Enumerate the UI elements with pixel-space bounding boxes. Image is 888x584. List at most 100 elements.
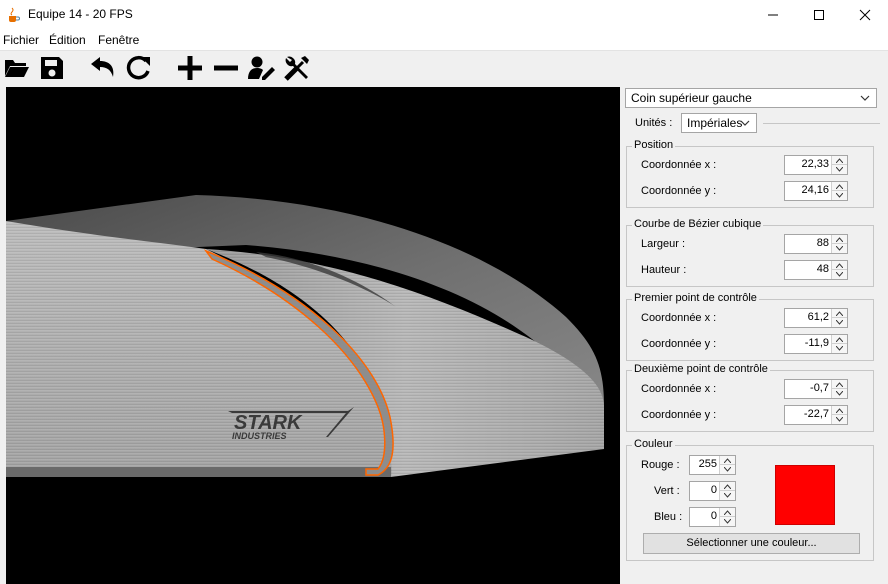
green-spinner[interactable]: 0 bbox=[689, 481, 736, 501]
minimize-button[interactable] bbox=[750, 0, 796, 30]
properties-panel: Coin supérieur gauche Unités : Impériale… bbox=[620, 86, 888, 584]
open-folder-icon bbox=[5, 60, 29, 77]
second-control-group: Deuxième point de contrôle Coordonnée x … bbox=[626, 363, 874, 432]
red-label: Rouge : bbox=[641, 459, 680, 471]
first-control-y-label: Coordonnée y : bbox=[641, 338, 717, 350]
first-control-y-value: -11,9 bbox=[804, 337, 829, 349]
add-button[interactable] bbox=[175, 53, 205, 83]
spinner-down-icon[interactable] bbox=[832, 344, 847, 353]
edit-user-icon bbox=[248, 56, 275, 80]
first-control-x-spinner[interactable]: 61,2 bbox=[784, 308, 848, 328]
save-button[interactable] bbox=[37, 53, 67, 83]
spinner-down-icon[interactable] bbox=[720, 465, 735, 474]
units-select-value: Impériales bbox=[687, 116, 743, 130]
first-control-x-label: Coordonnée x : bbox=[641, 312, 717, 324]
spinner-up-icon[interactable] bbox=[832, 182, 847, 191]
close-button[interactable] bbox=[842, 0, 888, 30]
spinner-down-icon[interactable] bbox=[832, 244, 847, 253]
remove-icon bbox=[214, 65, 238, 71]
second-control-y-label: Coordonnée y : bbox=[641, 409, 717, 421]
blue-value: 0 bbox=[710, 510, 717, 522]
maximize-icon bbox=[814, 10, 824, 20]
spinner-up-icon[interactable] bbox=[720, 508, 735, 517]
maximize-button[interactable] bbox=[796, 0, 842, 30]
bezier-height-spinner[interactable]: 48 bbox=[784, 260, 848, 280]
color-group: Couleur Rouge : 255 Vert : 0 Bleu : 0 Sé… bbox=[626, 438, 874, 561]
position-x-value: 22,33 bbox=[801, 158, 829, 170]
spinner-down-icon[interactable] bbox=[832, 389, 847, 398]
second-control-x-spinner[interactable]: -0,7 bbox=[784, 379, 848, 399]
blue-spinner[interactable]: 0 bbox=[689, 507, 736, 527]
second-control-y-spinner[interactable]: -22,7 bbox=[784, 405, 848, 425]
bezier-height-value: 48 bbox=[816, 263, 829, 275]
units-select[interactable]: Impériales bbox=[681, 113, 757, 133]
red-value: 255 bbox=[698, 458, 717, 470]
first-control-x-value: 61,2 bbox=[807, 311, 829, 323]
position-x-spinner[interactable]: 22,33 bbox=[784, 155, 848, 175]
bezier-group: Courbe de Bézier cubique Largeur : 88 Ha… bbox=[626, 218, 874, 287]
color-swatch bbox=[775, 465, 835, 525]
tools-button[interactable] bbox=[282, 53, 312, 83]
minimize-icon bbox=[768, 14, 778, 16]
green-label: Vert : bbox=[654, 485, 680, 497]
window-title: Equipe 14 - 20 FPS bbox=[28, 7, 133, 21]
add-icon bbox=[178, 56, 202, 80]
java-cup-icon bbox=[9, 7, 20, 22]
undo-button[interactable] bbox=[88, 53, 118, 83]
spinner-down-icon[interactable] bbox=[832, 191, 847, 200]
units-separator bbox=[763, 123, 880, 124]
position-group-title: Position bbox=[632, 139, 676, 151]
green-value: 0 bbox=[710, 484, 717, 496]
position-y-value: 24,16 bbox=[801, 184, 829, 196]
spinner-up-icon[interactable] bbox=[720, 456, 735, 465]
save-icon bbox=[41, 57, 63, 79]
menu-fenetre[interactable]: Fenêtre bbox=[98, 33, 139, 47]
spinner-up-icon[interactable] bbox=[832, 309, 847, 318]
spinner-up-icon[interactable] bbox=[832, 335, 847, 344]
second-control-group-title: Deuxième point de contrôle bbox=[632, 363, 770, 375]
logo-text-industries: INDUSTRIES bbox=[232, 431, 287, 441]
spinner-down-icon[interactable] bbox=[832, 415, 847, 424]
second-control-x-value: -0,7 bbox=[810, 382, 829, 394]
bezier-width-value: 88 bbox=[816, 237, 829, 249]
spinner-up-icon[interactable] bbox=[832, 406, 847, 415]
spinner-up-icon[interactable] bbox=[832, 380, 847, 389]
open-button[interactable] bbox=[2, 53, 32, 83]
position-group: Position Coordonnée x : 22,33 Coordonnée… bbox=[626, 139, 874, 208]
bezier-width-spinner[interactable]: 88 bbox=[784, 234, 848, 254]
corner-select[interactable]: Coin supérieur gauche bbox=[625, 88, 877, 108]
bezier-height-label: Hauteur : bbox=[641, 264, 687, 276]
bottom-edge bbox=[6, 467, 391, 477]
spinner-up-icon[interactable] bbox=[832, 156, 847, 165]
first-control-group: Premier point de contrôle Coordonnée x :… bbox=[626, 292, 874, 361]
close-icon bbox=[859, 9, 871, 21]
first-control-y-spinner[interactable]: -11,9 bbox=[784, 334, 848, 354]
units-label: Unités : bbox=[635, 117, 673, 129]
title-bar: Equipe 14 - 20 FPS bbox=[0, 0, 888, 30]
color-group-title: Couleur bbox=[632, 438, 675, 450]
edit-user-button[interactable] bbox=[246, 53, 276, 83]
spinner-down-icon[interactable] bbox=[720, 491, 735, 500]
position-y-spinner[interactable]: 24,16 bbox=[784, 181, 848, 201]
red-spinner[interactable]: 255 bbox=[689, 455, 736, 475]
redo-icon bbox=[126, 55, 150, 80]
counter-top-render: STARK INDUSTRIES bbox=[6, 195, 604, 477]
menu-edition[interactable]: Édition bbox=[49, 33, 86, 47]
chevron-down-icon bbox=[860, 95, 870, 101]
spinner-down-icon[interactable] bbox=[720, 517, 735, 526]
select-color-button[interactable]: Sélectionner une couleur... bbox=[643, 533, 860, 554]
bezier-group-title: Courbe de Bézier cubique bbox=[632, 218, 764, 230]
blue-label: Bleu : bbox=[654, 511, 683, 523]
spinner-up-icon[interactable] bbox=[720, 482, 735, 491]
redo-button[interactable] bbox=[124, 53, 154, 83]
spinner-down-icon[interactable] bbox=[832, 270, 847, 279]
menu-fichier[interactable]: Fichier bbox=[3, 33, 39, 47]
spinner-down-icon[interactable] bbox=[832, 318, 847, 327]
spinner-up-icon[interactable] bbox=[832, 261, 847, 270]
position-x-label: Coordonnée x : bbox=[641, 159, 717, 171]
3d-viewport[interactable]: STARK INDUSTRIES bbox=[6, 87, 620, 584]
spinner-up-icon[interactable] bbox=[832, 235, 847, 244]
remove-button[interactable] bbox=[211, 53, 241, 83]
toolbar bbox=[0, 50, 888, 85]
spinner-down-icon[interactable] bbox=[832, 165, 847, 174]
